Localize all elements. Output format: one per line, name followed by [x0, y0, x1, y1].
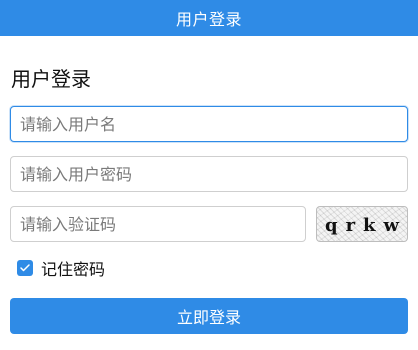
remember-checkbox[interactable] — [17, 260, 33, 276]
captcha-char: w — [383, 214, 400, 236]
check-icon — [20, 264, 30, 272]
password-field[interactable] — [10, 156, 408, 192]
remember-label: 记住密码 — [41, 260, 106, 279]
captcha-row: q r k w — [10, 206, 408, 242]
captcha-field[interactable] — [10, 206, 306, 242]
remember-password[interactable]: 记住密码 — [10, 256, 408, 280]
username-field[interactable] — [10, 106, 408, 142]
captcha-image[interactable]: q r k w — [316, 206, 408, 242]
captcha-char: k — [363, 214, 376, 236]
username-input[interactable] — [18, 113, 400, 135]
top-app-bar: 用户登录 — [0, 0, 418, 36]
captcha-char: q — [324, 214, 338, 236]
captcha-input[interactable] — [18, 213, 298, 235]
login-content: 用户登录 q r k w 记住密码 立即登录 — [0, 63, 418, 334]
login-button[interactable]: 立即登录 — [10, 298, 408, 334]
page-title: 用户登录 — [11, 67, 91, 91]
app-bar-title: 用户登录 — [175, 10, 242, 29]
password-input[interactable] — [18, 163, 400, 185]
captcha-char: r — [345, 214, 356, 236]
